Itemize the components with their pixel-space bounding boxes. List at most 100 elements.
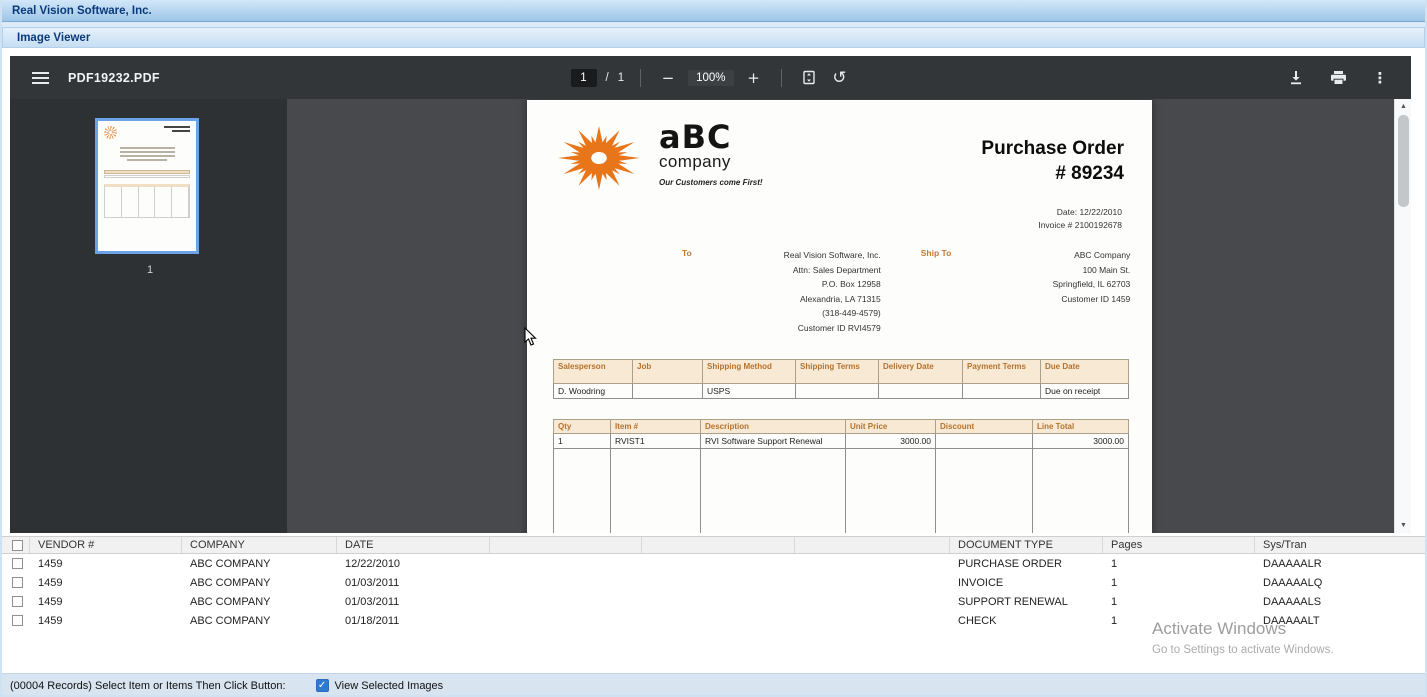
more-options-icon[interactable]: ⋮ xyxy=(1369,67,1391,89)
row-checkbox[interactable] xyxy=(12,577,23,588)
page-total: 1 xyxy=(618,72,624,84)
toolbar-divider xyxy=(640,69,641,87)
address-line: ABC Company xyxy=(975,248,1130,263)
column-header-vendor: VENDOR # xyxy=(30,537,182,553)
cell-vendor: 1459 xyxy=(30,558,182,570)
scroll-down-icon[interactable]: ▼ xyxy=(1395,518,1412,533)
select-all-checkbox[interactable] xyxy=(12,540,23,551)
table-header-cell: Discount xyxy=(936,420,1033,434)
zoom-out-button[interactable]: − xyxy=(657,67,679,89)
purchase-order-heading: Purchase Order # 89234 xyxy=(981,122,1124,194)
cell-company: ABC COMPANY xyxy=(182,558,337,570)
cell-document-type: PURCHASE ORDER xyxy=(950,558,1103,570)
pdf-scrollbar[interactable]: ▲ ▼ xyxy=(1394,99,1411,533)
pdf-page-area[interactable]: aBC company Our Customers come First! Pu… xyxy=(287,99,1394,533)
view-selected-label: View Selected Images xyxy=(335,680,444,692)
column-header-sys-tran: Sys/Tran xyxy=(1255,537,1427,553)
address-line: Customer ID 1459 xyxy=(975,292,1130,307)
zoom-in-button[interactable]: + xyxy=(743,67,765,89)
column-header-company: COMPANY xyxy=(182,537,337,553)
page-number-input[interactable]: 1 xyxy=(570,69,596,87)
record-row[interactable]: 1459 ABC COMPANY 01/03/2011 INVOICE 1 DA… xyxy=(0,573,1427,592)
record-row[interactable]: 1459 ABC COMPANY 01/03/2011 SUPPORT RENE… xyxy=(0,592,1427,611)
scrollbar-thumb[interactable] xyxy=(1398,115,1409,207)
table-cell xyxy=(846,449,936,534)
cell-vendor: 1459 xyxy=(30,577,182,589)
table-cell: 3000.00 xyxy=(846,434,936,449)
column-header-date: DATE xyxy=(337,537,490,553)
table-cell xyxy=(936,449,1033,534)
thumbnail-panel: 1 xyxy=(10,99,287,533)
brand-subname: company xyxy=(659,152,763,172)
pdf-filename: PDF19232.PDF xyxy=(68,71,160,85)
record-row[interactable]: 1459 ABC COMPANY 12/22/2010 PURCHASE ORD… xyxy=(0,554,1427,573)
row-checkbox[interactable] xyxy=(12,558,23,569)
thumbnail-page-number: 1 xyxy=(95,264,205,276)
table-cell xyxy=(554,449,611,534)
cell-date: 01/03/2011 xyxy=(337,577,490,589)
shipping-info-table: Salesperson Job Shipping Method Shipping… xyxy=(553,359,1129,399)
row-checkbox[interactable] xyxy=(12,615,23,626)
brand-name: aBC xyxy=(659,122,763,152)
status-bar: (00004 Records) Select Item or Items The… xyxy=(0,673,1427,697)
table-cell: Due on receipt xyxy=(1041,384,1129,399)
row-checkbox-cell xyxy=(0,558,30,569)
table-row: 1 RVIST1 RVI Software Support Renewal 30… xyxy=(554,434,1129,449)
record-row[interactable]: 1459 ABC COMPANY 01/18/2011 CHECK 1 DAAA… xyxy=(0,611,1427,630)
row-checkbox-cell xyxy=(0,577,30,588)
cell-date: 12/22/2010 xyxy=(337,558,490,570)
row-checkbox[interactable] xyxy=(12,596,23,607)
cell-date: 01/03/2011 xyxy=(337,596,490,608)
company-brand: aBC company Our Customers come First! xyxy=(659,122,763,194)
view-selected-checkbox[interactable]: ✓ xyxy=(316,679,329,692)
print-icon[interactable] xyxy=(1327,67,1349,89)
cell-vendor: 1459 xyxy=(30,596,182,608)
thumbnail-sketch xyxy=(104,126,190,139)
brand-tagline: Our Customers come First! xyxy=(659,178,763,187)
cell-document-type: INVOICE xyxy=(950,577,1103,589)
table-cell xyxy=(936,434,1033,449)
pdf-toolbar: PDF19232.PDF 1 / 1 − 100% + ↺ xyxy=(10,56,1411,99)
image-viewer-header: Image Viewer xyxy=(2,27,1425,48)
table-cell: D. Woodring xyxy=(554,384,633,399)
cell-pages: 1 xyxy=(1103,615,1255,627)
thumbnail-sketch xyxy=(104,170,190,174)
po-number: # 89234 xyxy=(981,163,1124,185)
view-selected-images-control: ✓ View Selected Images xyxy=(316,679,444,692)
to-address: Real Vision Software, Inc. Attn: Sales D… xyxy=(716,248,881,335)
panel-title: Image Viewer xyxy=(17,32,90,44)
grid-header-row: VENDOR # COMPANY DATE DOCUMENT TYPE Page… xyxy=(0,536,1427,554)
page-thumbnail[interactable] xyxy=(95,118,199,254)
fit-to-page-icon[interactable] xyxy=(798,67,820,89)
table-cell xyxy=(633,384,703,399)
menu-icon[interactable] xyxy=(32,69,50,87)
records-count-text: (00004 Records) Select Item or Items The… xyxy=(10,680,286,692)
watermark-line: Go to Settings to activate Windows. xyxy=(1152,644,1334,656)
column-header-blank xyxy=(642,537,795,553)
cell-date: 01/18/2011 xyxy=(337,615,490,627)
table-cell: 1 xyxy=(554,434,611,449)
download-icon[interactable] xyxy=(1285,67,1307,89)
table-header-cell: Job xyxy=(633,360,703,384)
rotate-icon[interactable]: ↺ xyxy=(829,67,851,89)
pdf-page: aBC company Our Customers come First! Pu… xyxy=(527,100,1152,533)
cell-document-type: CHECK xyxy=(950,615,1103,627)
scroll-up-icon[interactable]: ▲ xyxy=(1395,99,1412,114)
table-cell xyxy=(701,449,846,534)
table-cell: RVIST1 xyxy=(611,434,701,449)
table-cell xyxy=(1033,449,1129,534)
table-cell xyxy=(611,449,701,534)
row-checkbox-cell xyxy=(0,615,30,626)
table-cell: 3000.00 xyxy=(1033,434,1129,449)
zoom-level-input[interactable]: 100% xyxy=(688,70,733,86)
window-title: Real Vision Software, Inc. xyxy=(12,5,152,17)
table-cell xyxy=(963,384,1041,399)
records-grid: VENDOR # COMPANY DATE DOCUMENT TYPE Page… xyxy=(0,536,1427,630)
pdf-toolbar-center: 1 / 1 − 100% + ↺ xyxy=(570,56,850,99)
cell-company: ABC COMPANY xyxy=(182,596,337,608)
address-line: Customer ID RVI4579 xyxy=(716,321,881,336)
document-meta: Date: 12/22/2010 Invoice # 2100192678 xyxy=(527,206,1152,232)
thumbnail-sketch xyxy=(104,184,190,218)
cell-company: ABC COMPANY xyxy=(182,577,337,589)
cell-sys-tran: DAAAAALR xyxy=(1255,558,1427,570)
